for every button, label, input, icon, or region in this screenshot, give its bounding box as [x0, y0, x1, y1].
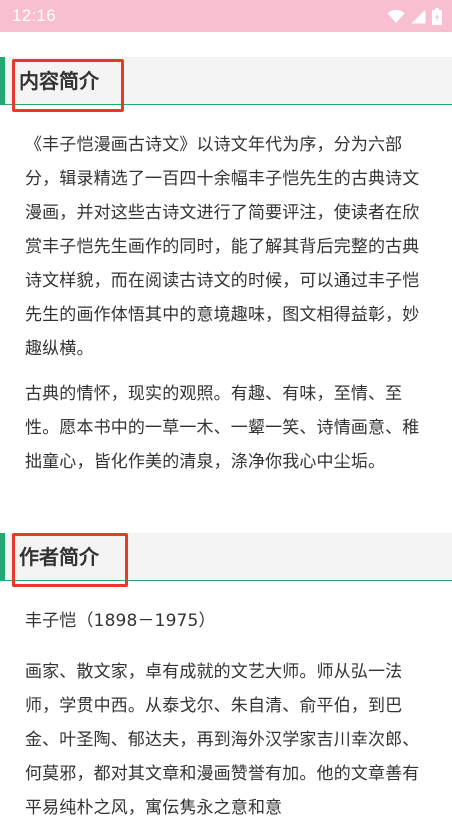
battery-charging-icon — [432, 7, 442, 25]
cellular-signal-icon — [411, 9, 426, 24]
intro-paragraph-1: 《丰子恺漫画古诗文》以诗文年代为序，分为六部分，辑录精选了一百四十余幅丰子恺先生… — [25, 135, 420, 359]
section-accent-bar — [0, 57, 5, 105]
author-bio-paragraph: 画家、散文家，卓有成就的文艺大师。师从弘一法师，学贯中西。从泰戈尔、朱自清、俞平… — [25, 662, 420, 818]
intro-paragraph-2: 古典的情怀，现实的观照。有趣、有味，至情、至性。愿本书中的一草一木、一颦一笑、诗… — [25, 384, 420, 472]
section-accent-bar — [0, 533, 5, 581]
status-icons — [387, 7, 442, 25]
status-time: 12:16 — [12, 6, 57, 25]
wifi-icon — [387, 9, 405, 24]
author-name-years: 丰子恺（1898－1975） — [25, 611, 216, 631]
highlight-box-author — [12, 533, 128, 587]
highlight-box-intro — [12, 59, 124, 112]
status-bar: 12:16 — [0, 0, 452, 32]
